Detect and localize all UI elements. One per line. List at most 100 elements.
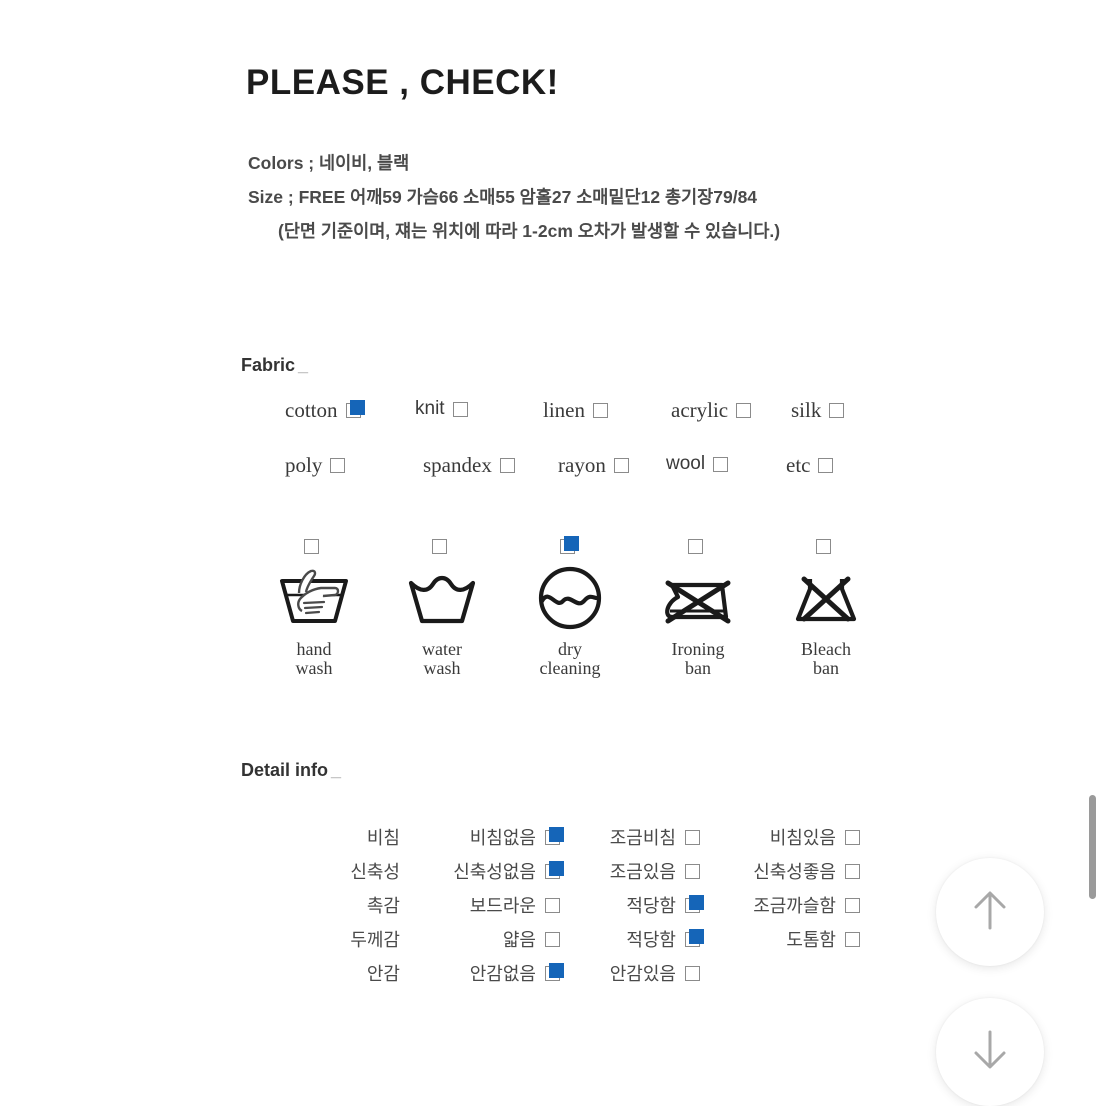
detail-checkbox-조금있음[interactable]: [685, 861, 706, 882]
detail-option-label: 도톰함: [786, 930, 836, 950]
care-label-line1: Bleach: [801, 639, 851, 659]
fabric-option-wool[interactable]: wool: [666, 453, 786, 475]
fabric-option-label: etc: [786, 453, 811, 477]
fabric-checkbox-etc[interactable]: [818, 455, 839, 476]
detail-checkbox-신축성없음[interactable]: [545, 860, 566, 882]
fabric-checkbox-poly[interactable]: [330, 455, 351, 476]
fabric-option-linen[interactable]: linen: [543, 398, 671, 423]
care-option-bleach-ban[interactable]: Bleach ban: [762, 536, 890, 678]
detail-option-촉감-보드라운[interactable]: 보드라운: [414, 892, 566, 918]
fabric-checkbox-cotton[interactable]: [345, 400, 367, 421]
page-title: PLEASE , CHECK!: [246, 63, 559, 102]
fabric-option-silk[interactable]: silk: [791, 398, 881, 423]
scroll-to-bottom-button[interactable]: [936, 998, 1044, 1106]
detail-option-label: 신축성좋음: [753, 862, 836, 882]
checkbox-fill: [549, 860, 564, 876]
checkbox-outline: [736, 403, 752, 418]
care-option-hand-wash[interactable]: hand wash: [250, 536, 378, 678]
fabric-checkbox-spandex[interactable]: [499, 455, 521, 476]
care-checkbox-ironing-ban[interactable]: [687, 536, 709, 557]
fabric-row: cotton knit linen acrylic silk: [285, 398, 885, 453]
scrollbar-thumb[interactable]: [1089, 795, 1096, 899]
size-line: Size ; FREE 어깨59 가슴66 소매55 암홀27 소매밑단12 총…: [248, 187, 758, 207]
care-option-ironing-ban[interactable]: Ironing ban: [634, 536, 762, 678]
care-checkbox-dry-cleaning[interactable]: [559, 536, 581, 557]
detail-checkbox-보드라운[interactable]: [545, 895, 566, 916]
care-checkbox-hand-wash[interactable]: [303, 536, 325, 557]
fabric-option-spandex[interactable]: spandex: [423, 453, 558, 478]
care-checkbox-wrap: [431, 536, 453, 562]
detail-option-신축성-신축성좋음[interactable]: 신축성좋음: [706, 858, 866, 884]
detail-option-안감-안감있음[interactable]: 안감있음: [566, 960, 706, 986]
care-checkbox-bleach-ban[interactable]: [815, 536, 837, 557]
checkbox-outline: [687, 539, 703, 554]
checkbox-outline: [845, 829, 860, 845]
detail-info-table: 비침 비침없음 조금비침 비침있음 신축성 신축성없음 조금있음 신축성좋음 촉감 보드라운 적당함…: [292, 820, 866, 990]
fabric-option-rayon[interactable]: rayon: [558, 453, 666, 478]
care-label-line2: ban: [685, 658, 711, 678]
care-label-line2: ban: [812, 658, 839, 678]
checkbox-outline: [845, 931, 860, 947]
fabric-options: cotton knit linen acrylic silk poly spandex ray…: [285, 398, 885, 508]
fabric-option-cotton[interactable]: cotton: [285, 398, 415, 423]
fabric-checkbox-rayon[interactable]: [613, 455, 635, 476]
detail-option-신축성-신축성없음[interactable]: 신축성없음: [414, 858, 566, 884]
care-checkbox-water-wash[interactable]: [431, 536, 453, 557]
detail-checkbox-안감있음[interactable]: [685, 963, 706, 984]
detail-checkbox-얇음[interactable]: [545, 929, 566, 950]
detail-option-비침-비침없음[interactable]: 비침없음: [414, 824, 566, 850]
detail-option-촉감-조금까슬함[interactable]: 조금까슬함: [706, 892, 866, 918]
arrow-down-icon: [964, 1024, 1016, 1081]
fabric-option-label: acrylic: [671, 398, 729, 422]
scroll-to-top-button[interactable]: [936, 858, 1044, 966]
checkbox-outline: [829, 403, 845, 418]
care-option-water-wash[interactable]: water wash: [378, 536, 506, 678]
checkbox-fill: [689, 894, 704, 910]
product-meta: Colors ; 네이비, 블랙 Size ; FREE 어깨59 가슴66 소…: [248, 146, 948, 248]
fabric-option-poly[interactable]: poly: [285, 453, 423, 478]
detail-checkbox-도톰함[interactable]: [845, 929, 866, 950]
fabric-checkbox-silk[interactable]: [829, 400, 850, 421]
fabric-checkbox-acrylic[interactable]: [736, 400, 757, 421]
checkbox-outline: [303, 539, 319, 554]
detail-checkbox-안감없음[interactable]: [545, 962, 566, 984]
detail-checkbox-적당함[interactable]: [685, 894, 706, 916]
care-option-label: Ironing ban: [672, 640, 725, 678]
scrollbar-track[interactable]: [1089, 0, 1099, 1104]
detail-option-label: 신축성없음: [453, 862, 536, 882]
detail-checkbox-신축성좋음[interactable]: [845, 861, 866, 882]
detail-option-촉감-적당함[interactable]: 적당함: [566, 892, 706, 918]
detail-option-두께감-도톰함[interactable]: 도톰함: [706, 926, 866, 952]
bleach-ban-icon: [784, 566, 868, 630]
detail-row: 신축성 신축성없음 조금있음 신축성좋음: [292, 854, 866, 888]
fabric-checkbox-knit[interactable]: [452, 399, 474, 420]
detail-checkbox-비침없음[interactable]: [545, 826, 566, 848]
ironing-ban-icon: [656, 566, 740, 630]
detail-checkbox-비침있음[interactable]: [845, 827, 866, 848]
checkbox-outline: [545, 931, 560, 947]
fabric-checkbox-linen[interactable]: [593, 400, 614, 421]
detail-checkbox-조금비침[interactable]: [685, 827, 706, 848]
checkbox-outline: [818, 458, 834, 473]
fabric-option-acrylic[interactable]: acrylic: [671, 398, 791, 423]
care-label-line2: wash: [295, 658, 333, 678]
detail-option-두께감-적당함[interactable]: 적당함: [566, 926, 706, 952]
care-option-label: Bleach ban: [801, 640, 851, 678]
detail-option-신축성-조금있음[interactable]: 조금있음: [566, 858, 706, 884]
care-option-dry-cleaning[interactable]: dry cleaning: [506, 536, 634, 678]
detail-option-label: 조금까슬함: [753, 896, 836, 916]
detail-option-label: 보드라운: [469, 896, 536, 916]
detail-option-안감-안감없음[interactable]: 안감없음: [414, 960, 566, 986]
detail-option-비침-조금비침[interactable]: 조금비침: [566, 824, 706, 850]
measure-note-line: (단면 기준이며, 쟤는 위치에 따라 1-2cm 오차가 발생할 수 있습니다…: [278, 221, 781, 241]
detail-checkbox-적당함[interactable]: [685, 928, 706, 950]
detail-row: 안감 안감없음 안감있음: [292, 956, 866, 990]
fabric-option-knit[interactable]: knit: [415, 398, 543, 420]
fabric-option-etc[interactable]: etc: [786, 453, 876, 478]
detail-option-비침-비침있음[interactable]: 비침있음: [706, 824, 866, 850]
checkbox-outline: [685, 829, 700, 845]
detail-checkbox-조금까슬함[interactable]: [845, 895, 866, 916]
detail-option-두께감-얇음[interactable]: 얇음: [414, 926, 566, 952]
checkbox-outline: [613, 458, 629, 473]
fabric-checkbox-wool[interactable]: [713, 454, 734, 475]
